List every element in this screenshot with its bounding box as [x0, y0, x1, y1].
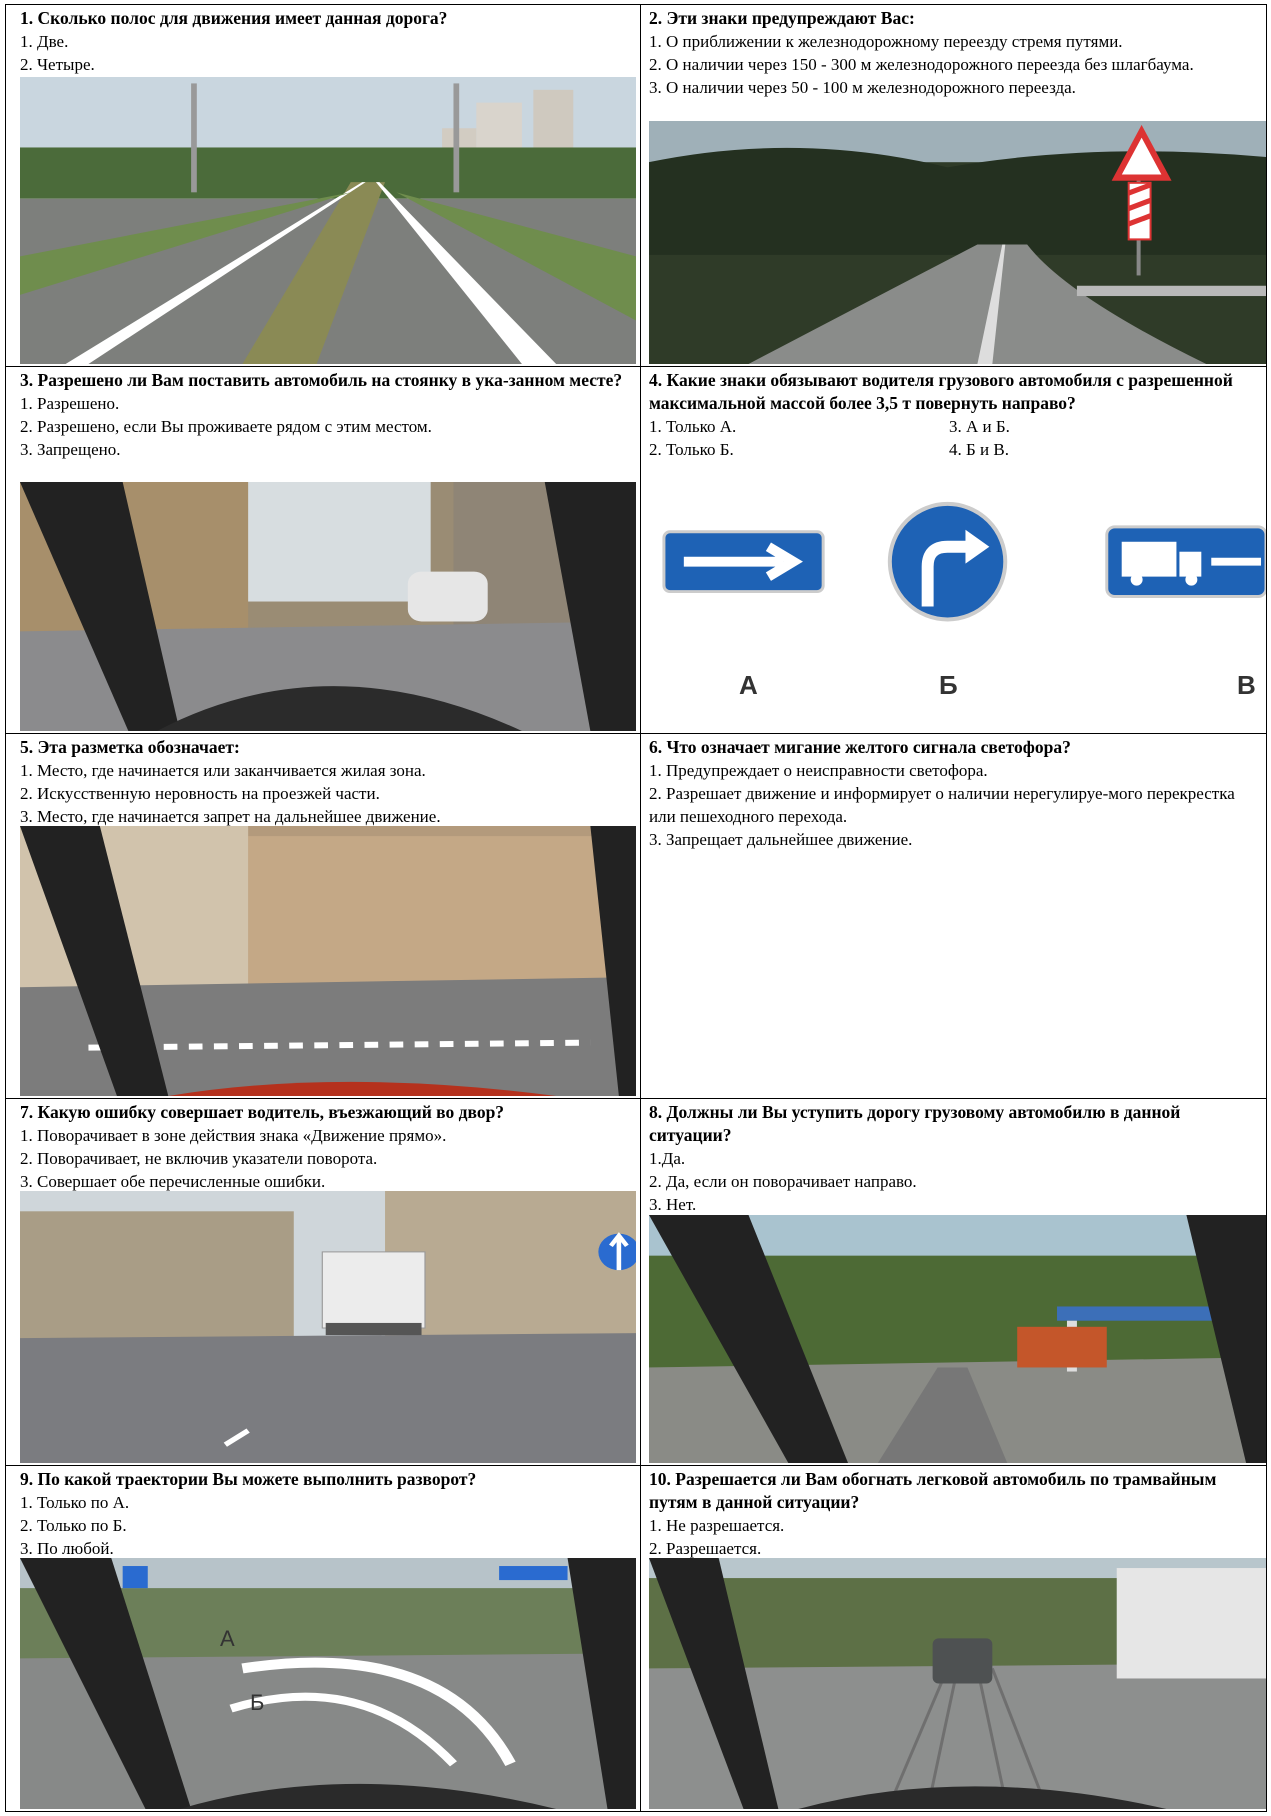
road-marking-photo — [20, 826, 636, 1096]
answer-option[interactable]: 1. Только по А. — [20, 1491, 637, 1514]
answer-option[interactable]: 2. Только по Б. — [20, 1514, 637, 1537]
answer-option[interactable]: 3. Запрещено. — [20, 438, 637, 461]
question-text: 5. Эта разметка обозначает: — [20, 737, 240, 757]
answer-option[interactable]: 2. Разрешается. — [649, 1537, 1263, 1560]
question-text: 3. Разрешено ли Вам поставить автомобиль… — [20, 370, 623, 390]
answer-option[interactable]: 3. По любой. — [20, 1537, 637, 1560]
question-text: 1. Сколько полос для движения имеет данн… — [20, 8, 448, 28]
answer-option[interactable]: 2. Четыре. — [20, 53, 637, 76]
trajectory-label-a: А — [220, 1626, 235, 1651]
answer-option[interactable]: 1. Поворачивает в зоне действия знака «Д… — [20, 1124, 637, 1147]
answer-option[interactable]: 3. О наличии через 50 - 100 м железнодор… — [649, 76, 1263, 99]
answer-option[interactable]: 3. Совершает обе перечисленные ошибки. — [20, 1170, 637, 1193]
answer-option[interactable]: 1. Две. — [20, 30, 637, 53]
parking-situation-photo — [20, 482, 636, 731]
railway-warning-photo — [649, 121, 1266, 364]
question-9: 9. По какой траектории Вы можете выполни… — [6, 1466, 641, 1811]
question-4: 4. Какие знаки обязывают водителя грузов… — [641, 367, 1266, 734]
question-text: 4. Какие знаки обязывают водителя грузов… — [649, 370, 1233, 413]
question-1: 1. Сколько полос для движения имеет данн… — [6, 5, 641, 367]
answer-option[interactable]: 2. Разрешено, если Вы проживаете рядом с… — [20, 415, 637, 438]
answer-option[interactable]: 1. Разрешено. — [20, 392, 637, 415]
answer-option[interactable]: 1.Да. — [649, 1147, 1263, 1170]
question-6: 6. Что означает мигание желтого сигнала … — [641, 734, 1266, 1099]
answer-option[interactable]: 2. Только Б. — [649, 438, 949, 461]
question-text: 9. По какой траектории Вы можете выполни… — [20, 1469, 477, 1489]
answer-option[interactable]: 1. Только А. — [649, 415, 949, 438]
question-text: 10. Разрешается ли Вам обогнать легковой… — [649, 1469, 1217, 1512]
answer-option[interactable]: 3. Нет. — [649, 1193, 1263, 1216]
truck-courtyard-photo — [20, 1191, 636, 1463]
answer-option[interactable]: 2. О наличии через 150 - 300 м железнодо… — [649, 53, 1263, 76]
question-8: 8. Должны ли Вы уступить дорогу грузовом… — [641, 1099, 1266, 1466]
answer-option[interactable]: 2. Поворачивает, не включив указатели по… — [20, 1147, 637, 1170]
sign-label-b: Б — [939, 670, 958, 700]
sign-label-a: А — [739, 670, 758, 700]
answer-option[interactable]: 3. А и Б. — [949, 415, 1263, 438]
question-text: 7. Какую ошибку совершает водитель, въез… — [20, 1102, 505, 1122]
question-7: 7. Какую ошибку совершает водитель, въез… — [6, 1099, 641, 1466]
tram-tracks-photo — [649, 1558, 1266, 1809]
ticket-sheet: 1. Сколько полос для движения имеет данн… — [5, 4, 1267, 1812]
question-text: 8. Должны ли Вы уступить дорогу грузовом… — [649, 1102, 1181, 1145]
question-5: 5. Эта разметка обозначает: 1. Место, гд… — [6, 734, 641, 1099]
question-text: 6. Что означает мигание желтого сигнала … — [649, 737, 1071, 757]
answer-option[interactable]: 1. О приближении к железнодорожному пере… — [649, 30, 1263, 53]
answer-option[interactable]: 1. Место, где начинается или заканчивает… — [20, 759, 637, 782]
answer-option[interactable]: 3. Запрещает дальнейшее движение. — [649, 828, 1263, 851]
answer-option[interactable]: 2. Разрешает движение и информирует о на… — [649, 782, 1263, 828]
u-turn-photo: А Б — [20, 1558, 636, 1809]
road-signs-illustration: А Б В — [649, 482, 1266, 731]
question-grid: 1. Сколько полос для движения имеет данн… — [6, 5, 1266, 1811]
answer-option[interactable]: 2. Да, если он поворачивает направо. — [649, 1170, 1263, 1193]
sign-label-v: В — [1237, 670, 1256, 700]
question-3: 3. Разрешено ли Вам поставить автомобиль… — [6, 367, 641, 734]
answer-option[interactable]: 4. Б и В. — [949, 438, 1263, 461]
gas-station-photo — [649, 1215, 1266, 1463]
road-photo — [20, 77, 636, 364]
question-2: 2. Эти знаки предупреждают Вас: 1. О при… — [641, 5, 1266, 367]
answer-option[interactable]: 1. Не разрешается. — [649, 1514, 1263, 1537]
trajectory-label-b: Б — [250, 1690, 265, 1715]
answer-option[interactable]: 3. Место, где начинается запрет на дальн… — [20, 805, 637, 828]
question-10: 10. Разрешается ли Вам обогнать легковой… — [641, 1466, 1266, 1811]
answer-option[interactable]: 1. Предупреждает о неисправности светофо… — [649, 759, 1263, 782]
question-text: 2. Эти знаки предупреждают Вас: — [649, 8, 915, 28]
answer-options: 1. Только А. 3. А и Б. 2. Только Б. 4. Б… — [649, 415, 1263, 461]
answer-option[interactable]: 2. Искусственную неровность на проезжей … — [20, 782, 637, 805]
